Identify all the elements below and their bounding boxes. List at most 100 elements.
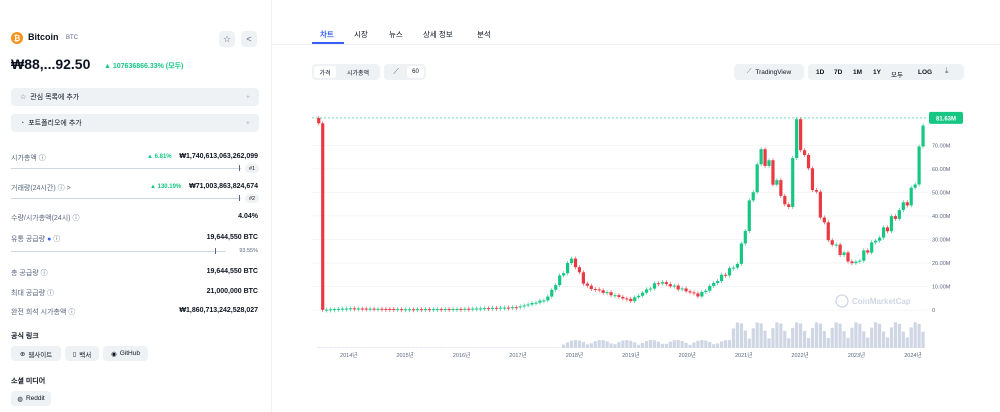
volume-bar: [573, 340, 578, 348]
volume-bar: [806, 338, 811, 348]
candle: [731, 267, 736, 269]
candle: [522, 305, 526, 307]
candle: [340, 308, 345, 310]
volume-bar: [530, 347, 534, 348]
range-1d[interactable]: 1D: [816, 69, 824, 76]
coin-symbol: BTC: [66, 35, 78, 41]
volume-bar: [727, 340, 732, 348]
candle: [866, 250, 870, 253]
candle: [467, 308, 471, 310]
volume-bar: [791, 328, 795, 348]
plus-icon: +: [245, 93, 250, 101]
volume-bar: [830, 327, 834, 348]
volume-bar: [336, 347, 341, 348]
volume-bar: [716, 343, 720, 348]
volume-bar: [644, 340, 649, 348]
candle: [676, 285, 680, 290]
candle: [526, 304, 530, 306]
range-selector: [808, 64, 964, 80]
volume-bar: [360, 347, 364, 348]
coin-name: Bitcoin: [28, 32, 59, 42]
range-7d[interactable]: 7D: [834, 69, 842, 76]
tradingview-button[interactable]: ⟋ TradingView: [734, 64, 804, 80]
share-button[interactable]: <: [241, 31, 257, 47]
range-1y[interactable]: 1Y: [873, 69, 881, 76]
star-button[interactable]: ☆: [219, 31, 235, 47]
tab-market[interactable]: 시장: [354, 29, 368, 40]
volume-bar: [376, 347, 380, 348]
candle: [747, 200, 751, 231]
candle: [700, 292, 704, 297]
range-all[interactable]: 모두: [891, 69, 903, 79]
candle: [913, 184, 917, 188]
volume-bar: [858, 323, 862, 348]
volume-bar: [554, 347, 558, 348]
candle: [648, 288, 653, 290]
candle: [447, 308, 451, 310]
volume-bar: [569, 340, 574, 348]
volume-bar: [897, 323, 901, 348]
volume-bar: [909, 327, 913, 348]
candle: [874, 240, 878, 243]
volume-bar: [633, 342, 637, 348]
candle: [783, 195, 787, 205]
coin-price: ₩88,...92.50: [11, 56, 91, 72]
y-tick-label: 70.00M: [932, 143, 951, 149]
tab-details[interactable]: 상세 정보: [423, 29, 453, 40]
info-icon: ⓘ: [68, 309, 76, 316]
candle: [878, 237, 882, 241]
volume-bar: [802, 330, 807, 348]
website-link[interactable]: ⊕ 웹사이트: [11, 346, 61, 361]
github-link[interactable]: ◉ GitHub: [103, 346, 148, 361]
interval-button[interactable]: 60: [407, 66, 424, 78]
x-tick-label: 2020년: [679, 351, 696, 359]
range-1m[interactable]: 1M: [853, 69, 862, 76]
candle: [629, 298, 633, 302]
volume-bar: [475, 347, 479, 348]
download-icon[interactable]: ⤓: [945, 66, 949, 76]
candle: [751, 192, 755, 201]
volume-change: ▲ 130.19%: [150, 184, 182, 190]
add-watchlist-button[interactable]: ☆ 관심 목록에 추가 +: [11, 88, 259, 106]
volume-bar: [735, 322, 740, 348]
chevron-right-icon[interactable]: >: [67, 185, 71, 192]
x-tick-label: 2017년: [509, 351, 526, 359]
candle: [550, 289, 554, 297]
volume-bar: [550, 347, 554, 348]
volume-bar: [415, 347, 420, 348]
tab-news[interactable]: 뉴스: [389, 29, 403, 40]
candle: [716, 280, 720, 283]
candle: [704, 290, 708, 293]
volume-bar: [826, 337, 830, 348]
reddit-link[interactable]: ◍ Reddit: [11, 391, 51, 406]
price-mode-button[interactable]: 가격: [314, 66, 336, 78]
log-toggle[interactable]: LOG: [918, 69, 932, 76]
bar-marker: [239, 165, 240, 171]
tab-analysis[interactable]: 분석: [477, 29, 491, 40]
candle: [712, 282, 716, 286]
volume-bar: [431, 347, 435, 348]
volume-bar: [514, 347, 518, 348]
candle: [510, 307, 514, 309]
volume-bar: [704, 340, 708, 348]
candle: [625, 298, 629, 300]
tab-chart[interactable]: 차트: [320, 29, 334, 40]
candle: [708, 285, 712, 291]
line-chart-icon[interactable]: ⟋: [386, 66, 406, 78]
whitepaper-link[interactable]: ▯ 백서: [65, 346, 99, 361]
volume-bar: [866, 337, 870, 348]
share-icon: <: [246, 34, 252, 44]
stat-market-cap-label: 시가총액 ⓘ: [11, 155, 46, 162]
price-chart[interactable]: 70.00M 60.00M 50.00M 40.00M 30.00M 20.00M 10.0…: [272, 100, 1000, 400]
plus-icon: +: [245, 119, 250, 127]
market-cap-mode-button[interactable]: 시가총액: [339, 66, 377, 78]
volume-bar: [771, 328, 775, 348]
candle: [609, 292, 613, 296]
candle: [881, 227, 886, 238]
candle: [573, 258, 578, 268]
volume-bar: [692, 342, 696, 348]
volume-bar: [629, 340, 633, 348]
add-portfolio-button[interactable]: ◔ 포트폴리오에 추가 +: [11, 114, 259, 132]
candle: [854, 261, 858, 264]
volume-bar: [759, 323, 763, 348]
